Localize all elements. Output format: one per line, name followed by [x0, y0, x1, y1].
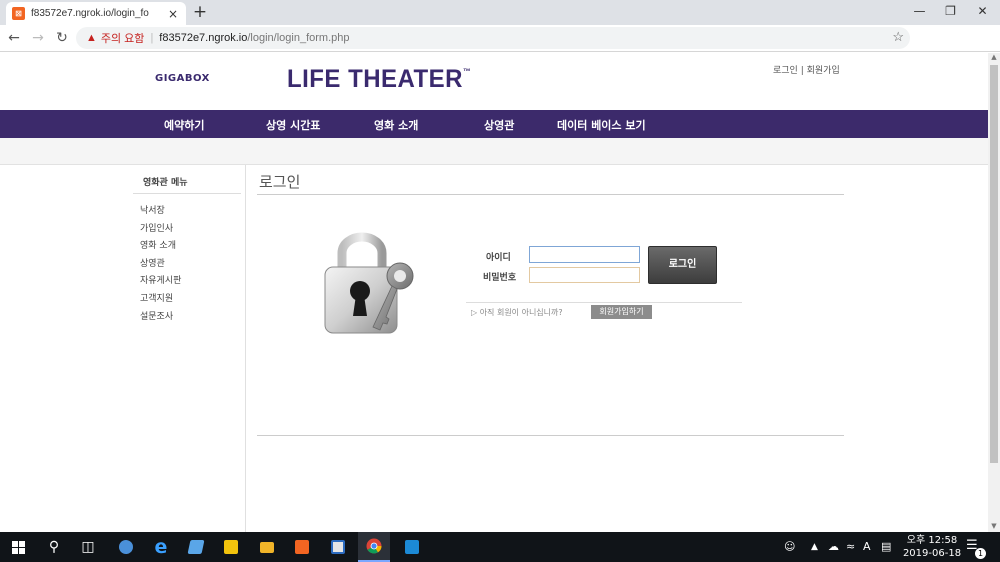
life-theater-logo[interactable]: LIFE THEATER™: [287, 65, 471, 94]
nav-movie-intro[interactable]: 영화 소개: [374, 117, 418, 133]
clock-date: 2019-06-18: [902, 548, 962, 559]
brand-main-text: LIFE THEATER: [287, 65, 463, 93]
chrome-taskbar-icon[interactable]: [358, 532, 390, 562]
padlock-key-icon: [324, 232, 414, 334]
task-view-icon[interactable]: ◫: [72, 532, 104, 562]
page-title: 로그인: [259, 173, 301, 191]
top-login-link[interactable]: 로그인: [773, 66, 798, 76]
sidebar-divider: [133, 193, 241, 194]
address-bar[interactable]: ▲ 주의 요함 | f83572e7.ngrok.io/login/login_…: [76, 27, 910, 49]
store-app-icon[interactable]: [396, 532, 428, 562]
restore-button[interactable]: ❐: [934, 0, 967, 25]
sidebar-item-theaters[interactable]: 상영관: [140, 256, 181, 274]
sidebar-item-support[interactable]: 고객지원: [140, 291, 181, 309]
edge-browser-icon[interactable]: e: [145, 532, 177, 562]
people-icon[interactable]: ☺: [784, 532, 795, 562]
vertical-scrollbar[interactable]: ▲ ▼: [988, 53, 1000, 532]
scroll-thumb[interactable]: [990, 65, 998, 463]
reload-icon[interactable]: ↻: [52, 28, 72, 48]
wifi-icon[interactable]: ≈: [846, 532, 855, 562]
top-links: 로그인 | 회원가입: [773, 63, 840, 76]
id-input[interactable]: [529, 246, 640, 263]
browser-tab-strip: ⊠ f83572e7.ngrok.io/login_fo × + — ❐ ✕: [0, 0, 1000, 25]
terminal-app-icon[interactable]: [322, 532, 354, 562]
warning-triangle-icon: ▲: [86, 32, 97, 44]
notification-count-badge: 1: [975, 548, 986, 559]
top-links-divider: |: [797, 66, 807, 76]
tab-title: f83572e7.ngrok.io/login_fo: [31, 8, 149, 19]
browser-tab[interactable]: ⊠ f83572e7.ngrok.io/login_fo ×: [6, 2, 186, 25]
browser-toolbar: ← → ↻ ▲ 주의 요함 | f83572e7.ngrok.io/login/…: [0, 25, 1000, 72]
keyboard-layout-icon[interactable]: ▤: [881, 532, 891, 562]
sidebar-item-survey[interactable]: 설문조사: [140, 309, 181, 327]
security-warning-text[interactable]: 주의 요함: [101, 30, 145, 46]
main-navigation: 예약하기 상영 시간표 영화 소개 상영관 데이터 베이스 보기: [0, 110, 988, 138]
tab-close-icon[interactable]: ×: [166, 7, 180, 21]
ime-mode-indicator[interactable]: A: [863, 532, 871, 562]
file-explorer-icon[interactable]: [251, 532, 283, 562]
page-viewport: GIGABOX LIFE THEATER™ 로그인 | 회원가입 예약하기 상영…: [0, 53, 988, 532]
xampp-favicon-icon: ⊠: [12, 7, 25, 20]
clock-time: 오후 12:58: [906, 535, 958, 546]
sidebar-item-movie-intro[interactable]: 영화 소개: [140, 238, 181, 256]
nav-database[interactable]: 데이터 베이스 보기: [557, 117, 646, 133]
password-input[interactable]: [529, 267, 640, 283]
title-divider: [257, 194, 844, 195]
windows-taskbar: ⚲ ◫ e ☺ ▲ ☁ ≈ A ▤ 오후 12:58 2019-06-18 ☰ …: [0, 532, 1000, 562]
form-divider: [466, 302, 742, 303]
url-path: /login/login_form.php: [247, 32, 350, 44]
sidebar-menu: 낙서장 가입인사 영화 소개 상영관 자유게시판 고객지원 설문조사: [140, 203, 181, 326]
bookmark-star-icon[interactable]: ☆: [892, 29, 904, 45]
sub-navigation-bar: [0, 138, 988, 165]
tray-expand-icon[interactable]: ▲: [811, 532, 818, 562]
windows-start-icon[interactable]: [2, 532, 34, 562]
url-host: f83572e7.ngrok.io: [159, 32, 248, 44]
sidebar-item-greetings[interactable]: 가입인사: [140, 221, 181, 239]
not-member-text: ▷ 아직 회원이 아니십니까?: [471, 308, 563, 317]
tablet-app-icon[interactable]: [180, 532, 212, 562]
back-arrow-icon[interactable]: ←: [4, 28, 24, 48]
sticky-notes-icon[interactable]: [215, 532, 247, 562]
system-clock[interactable]: 오후 12:58 2019-06-18: [902, 534, 962, 560]
password-label: 비밀번호: [483, 273, 517, 283]
id-label: 아이디: [486, 253, 511, 263]
scroll-up-arrow-icon[interactable]: ▲: [988, 53, 1000, 63]
xampp-app-icon[interactable]: [286, 532, 318, 562]
content-bottom-divider: [257, 435, 844, 436]
nav-reservation[interactable]: 예약하기: [164, 117, 204, 133]
search-icon[interactable]: ⚲: [38, 532, 70, 562]
sidebar-title: 영화관 메뉴: [143, 178, 188, 188]
nav-theaters[interactable]: 상영관: [484, 117, 514, 133]
onedrive-cloud-icon[interactable]: ☁: [828, 532, 839, 562]
sidebar-item-guestbook[interactable]: 낙서장: [140, 203, 181, 221]
forward-arrow-icon[interactable]: →: [28, 28, 48, 48]
trademark-mark: ™: [462, 67, 472, 76]
address-separator: |: [150, 32, 154, 44]
login-button[interactable]: 로그인: [648, 246, 717, 284]
minimize-button[interactable]: —: [903, 0, 936, 25]
scroll-down-arrow-icon[interactable]: ▼: [988, 522, 1000, 532]
top-signup-link[interactable]: 회원가입: [807, 66, 840, 76]
nav-showtimes[interactable]: 상영 시간표: [266, 117, 320, 133]
join-button[interactable]: 회원가입하기: [591, 305, 652, 319]
new-tab-button[interactable]: +: [190, 2, 210, 22]
sidebar-border: [245, 165, 246, 532]
paint-app-icon[interactable]: [110, 532, 142, 562]
sidebar-item-free-board[interactable]: 자유게시판: [140, 273, 181, 291]
close-window-button[interactable]: ✕: [966, 0, 999, 25]
gigabox-logo[interactable]: GIGABOX: [155, 73, 210, 84]
